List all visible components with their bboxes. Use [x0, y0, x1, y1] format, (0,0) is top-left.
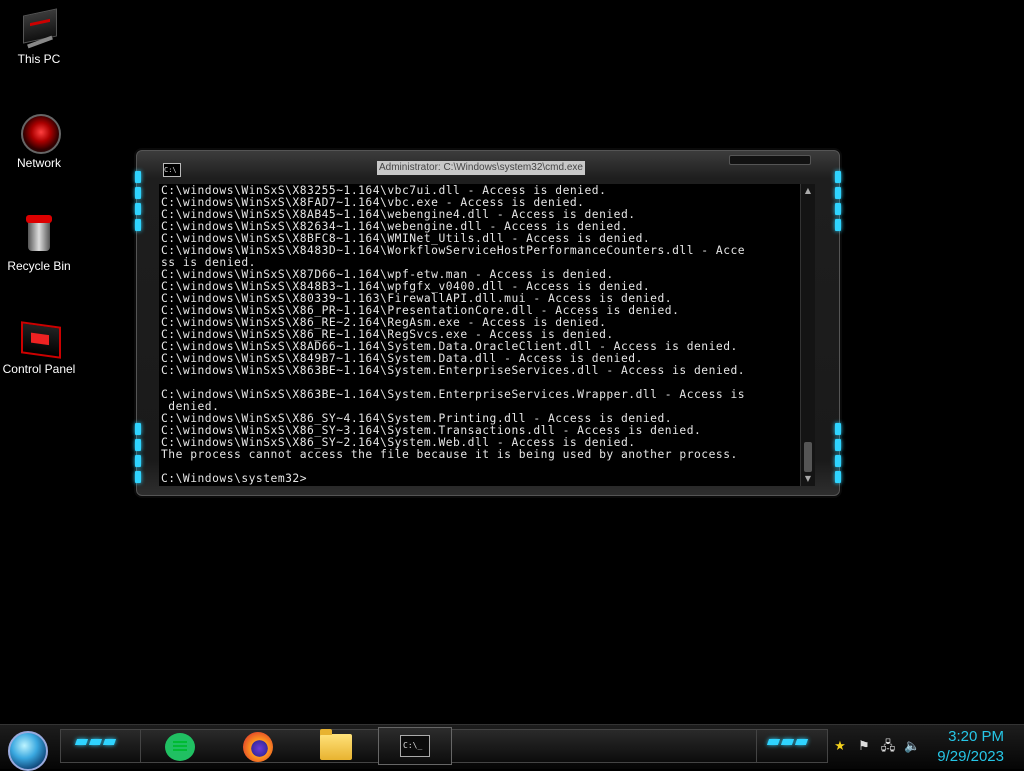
flag-icon[interactable]: ⚑ — [856, 739, 872, 755]
clock-time: 3:20 PM — [948, 728, 1004, 745]
taskbar-app-file-explorer[interactable] — [316, 729, 356, 765]
window-title-bar[interactable]: C:\ Administrator: C:\Windows\system32\c… — [137, 151, 839, 183]
desktop-icon-network[interactable]: Network — [0, 112, 78, 170]
firefox-icon — [243, 732, 273, 762]
desktop-icon-label: Recycle Bin — [7, 259, 71, 273]
taskbar-left-wing — [60, 729, 142, 763]
accent-lights-left — [74, 739, 117, 745]
clock-date: 9/29/2023 — [937, 748, 1004, 765]
taskbar-app-firefox[interactable] — [238, 729, 278, 765]
notes-app-icon — [165, 733, 195, 761]
network-tray-icon[interactable]: 🖧 — [880, 739, 896, 755]
desktop-icon-label: This PC — [17, 52, 61, 66]
left-top-lights — [135, 171, 141, 235]
taskbar-app-notes[interactable] — [160, 729, 200, 765]
network-icon — [19, 112, 61, 154]
right-bottom-lights — [835, 423, 841, 487]
file-explorer-icon — [320, 729, 352, 760]
computer-icon — [19, 8, 59, 49]
scroll-up-icon[interactable]: ▲ — [803, 186, 813, 196]
console-output-area[interactable]: C:\windows\WinSxS\X83255~1.164\vbc7ui.dl… — [159, 184, 815, 486]
start-orb-icon[interactable] — [8, 731, 48, 771]
left-bottom-lights — [135, 423, 141, 487]
desktop-icon-this-pc[interactable]: This PC — [0, 8, 78, 66]
taskbar: C:\_ ★ ⚑ 🖧 🔈 3:20 PM 9/29/2023 — [0, 724, 1024, 771]
right-top-lights — [835, 171, 841, 235]
taskbar-right-wing — [756, 729, 828, 763]
desktop-icon-label: Network — [16, 156, 61, 170]
console-output[interactable]: C:\windows\WinSxS\X83255~1.164\vbc7ui.dl… — [161, 185, 801, 485]
accent-lights-right — [766, 739, 809, 745]
cmd-icon[interactable]: C:\ — [163, 163, 181, 177]
system-clock[interactable]: 3:20 PM 9/29/2023 — [937, 727, 1004, 767]
command-prompt-window[interactable]: C:\ Administrator: C:\Windows\system32\c… — [135, 150, 841, 496]
desktop-icon-control-panel[interactable]: Control Panel — [0, 318, 78, 376]
volume-icon[interactable]: 🔈 — [904, 739, 920, 755]
scrollbar-thumb[interactable] — [804, 442, 812, 472]
scroll-down-icon[interactable]: ▼ — [803, 474, 813, 484]
star-icon[interactable]: ★ — [832, 739, 848, 755]
control-panel-icon — [19, 318, 61, 359]
desktop-icon-recycle-bin[interactable]: Recycle Bin — [0, 215, 78, 273]
desktop-icon-label: Control Panel — [2, 362, 76, 376]
taskbar-app-command-prompt[interactable]: C:\_ — [378, 727, 452, 765]
title-bar-ornament — [729, 155, 811, 165]
command-prompt-icon: C:\_ — [400, 735, 430, 757]
window-title: Administrator: C:\Windows\system32\cmd.e… — [377, 161, 585, 175]
vertical-scrollbar[interactable]: ▲ ▼ — [800, 184, 815, 486]
recycle-bin-icon — [19, 215, 59, 255]
